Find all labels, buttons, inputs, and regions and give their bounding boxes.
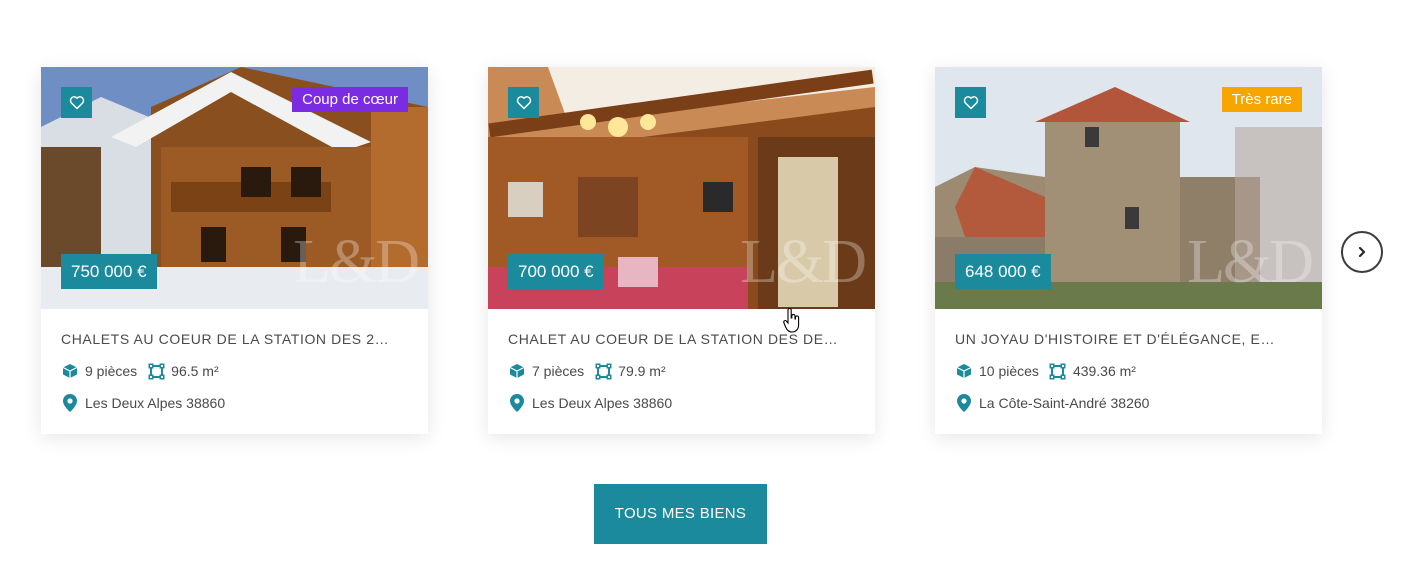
heart-icon [516,96,531,110]
listing-specs: 9 pièces 96.5 m² [61,361,408,381]
rooms-count: 10 pièces [979,363,1039,379]
watermark-logo: L&D [740,228,867,296]
hand-cursor-icon [783,308,800,333]
carousel-next-button[interactable] [1341,231,1383,273]
listing-card[interactable]: L&D Coup de cœur 750 000 € CHALETS AU CO… [41,67,428,434]
watermark-logo: L&D [1187,228,1314,296]
location-text: La Côte-Saint-André 38260 [979,395,1150,411]
price-tag: 700 000 € [508,254,604,289]
listing-specs: 7 pièces 79.9 m² [508,361,855,381]
cube-icon [955,362,973,380]
listing-location: Les Deux Alpes 38860 [508,393,855,413]
favorite-button[interactable] [61,87,92,118]
all-listings-button[interactable]: TOUS MES BIENS [594,484,767,544]
watermark-logo: L&D [293,228,420,296]
chevron-right-icon [1358,246,1366,258]
listing-card[interactable]: L&D Très rare 648 000 € UN JOYAU D'HISTO… [935,67,1322,434]
map-pin-icon [61,393,79,413]
price-tag: 750 000 € [61,254,157,289]
status-badge: Très rare [1221,87,1302,112]
listing-photo[interactable]: L&D Très rare 648 000 € [935,67,1322,309]
map-pin-icon [955,393,973,413]
area-value: 79.9 m² [618,363,666,379]
area-value: 96.5 m² [171,363,219,379]
location-text: Les Deux Alpes 38860 [532,395,673,411]
location-text: Les Deux Alpes 38860 [85,395,226,411]
heart-icon [69,96,84,110]
area-square-icon [594,362,612,380]
listing-card[interactable]: L&D 700 000 € CHALET AU COEUR DE LA STAT… [488,67,875,434]
area-value: 439.36 m² [1072,363,1136,379]
cube-icon [61,362,79,380]
listing-photo[interactable]: L&D Coup de cœur 750 000 € [41,67,428,309]
favorite-button[interactable] [508,87,539,118]
listing-location: Les Deux Alpes 38860 [61,393,408,413]
listing-title[interactable]: UN JOYAU D'HISTOIRE ET D'ÉLÉGANCE, ENTRE… [955,329,1285,349]
price-tag: 648 000 € [955,254,1051,289]
listing-location: La Côte-Saint-André 38260 [955,393,1302,413]
map-pin-icon [508,393,526,413]
listing-title[interactable]: CHALETS AU COEUR DE LA STATION DES 2 ALP… [61,329,391,349]
rooms-count: 7 pièces [532,363,585,379]
heart-icon [963,96,978,110]
rooms-count: 9 pièces [85,363,138,379]
listing-specs: 10 pièces 439.36 m² [955,361,1302,381]
area-square-icon [147,362,165,380]
status-badge: Coup de cœur [292,87,408,112]
area-square-icon [1049,362,1067,380]
listing-photo[interactable]: L&D 700 000 € [488,67,875,309]
favorite-button[interactable] [955,87,986,118]
cube-icon [508,362,526,380]
